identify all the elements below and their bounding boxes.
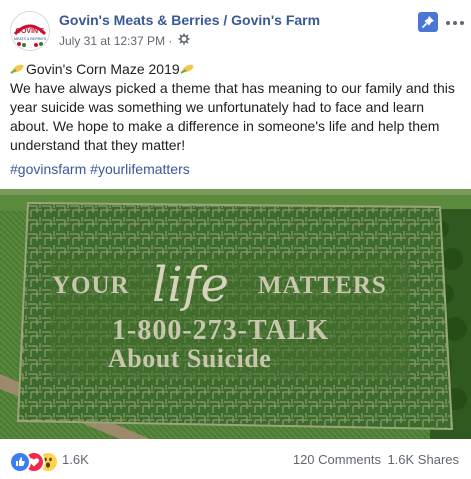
shares-count[interactable]: 1.6K Shares	[387, 452, 459, 467]
post-title-line: Govin's Corn Maze 2019	[10, 60, 460, 79]
corn-icon	[180, 61, 196, 74]
like-icon	[9, 451, 31, 473]
page-name-link[interactable]: Govin's Meats & Berries / Govin's Farm	[59, 12, 320, 28]
maze-text-your: YOUR	[52, 272, 130, 299]
page-avatar[interactable]: GOVIN'S MEATS & BERRIES	[10, 11, 50, 51]
post-text: Govin's Corn Maze 2019 We have always pi…	[10, 60, 460, 155]
maze-text-life: life	[152, 257, 229, 313]
comments-count[interactable]: 120 Comments	[293, 452, 381, 467]
post-title: Govin's Corn Maze 2019	[26, 61, 180, 77]
avatar-text: GOVIN'S	[16, 28, 45, 35]
post-footer: 1.6K 120 Comments 1.6K Shares	[0, 439, 471, 479]
avatar-subtext: MEATS & BERRIES	[14, 37, 47, 41]
pin-icon[interactable]	[418, 12, 438, 32]
maze-text-phone: 1-800-273-TALK	[112, 315, 329, 346]
hashtags: #govinsfarm #yourlifematters	[10, 160, 190, 179]
facebook-post: GOVIN'S MEATS & BERRIES Govin's Meats & …	[0, 0, 471, 479]
globe-gear-icon[interactable]	[178, 33, 190, 48]
hashtag-govinsfarm[interactable]: #govinsfarm	[10, 161, 86, 177]
post-header: GOVIN'S MEATS & BERRIES Govin's Meats & …	[0, 0, 471, 58]
aerial-maze-image: YOUR life MATTERS 1-800-273-TALK About S…	[0, 189, 471, 439]
corn-maze-photo[interactable]: YOUR life MATTERS 1-800-273-TALK About S…	[0, 189, 471, 439]
post-timestamp[interactable]: July 31 at 12:37 PM	[59, 34, 165, 48]
post-body: We have always picked a theme that has m…	[10, 80, 455, 153]
maze-text-matters: MATTERS	[258, 272, 387, 299]
avatar-logo: GOVIN'S MEATS & BERRIES	[11, 12, 49, 50]
corn-icon	[10, 61, 26, 74]
post-meta: July 31 at 12:37 PM ·	[59, 33, 190, 48]
meta-separator: ·	[168, 33, 173, 48]
more-options-icon[interactable]	[446, 14, 464, 30]
hashtag-yourlifematters[interactable]: #yourlifematters	[90, 161, 190, 177]
reaction-count[interactable]: 1.6K	[62, 452, 89, 467]
maze-text-about-suicide: About Suicide	[108, 344, 271, 373]
